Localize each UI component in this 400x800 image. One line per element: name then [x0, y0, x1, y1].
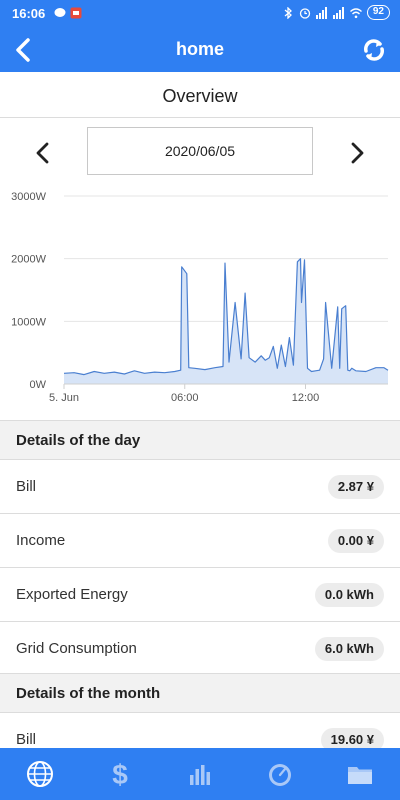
list-item: Grid Consumption 6.0 kWh [0, 622, 400, 676]
month-details-heading: Details of the month [0, 673, 400, 713]
signal-hd-icon [332, 6, 344, 19]
tab-device[interactable] [240, 748, 320, 800]
refresh-icon[interactable] [360, 36, 388, 64]
x-tick-label: 5. Jun [49, 392, 79, 404]
power-chart: 0W 1000W 2000W 3000W 5. Jun 06:00 12:00 [11, 191, 389, 404]
overview-header: Overview [0, 72, 400, 118]
y-tick-label: 1000W [11, 316, 46, 328]
chat-icon [54, 8, 66, 17]
bluetooth-icon [284, 6, 292, 19]
value-badge: 6.0 kWh [314, 637, 384, 661]
x-tick-label: 12:00 [292, 392, 320, 404]
status-bar: 16:06 92 [0, 0, 400, 28]
folder-icon [348, 767, 372, 784]
tab-statistics[interactable] [160, 748, 240, 800]
wifi-icon [349, 7, 362, 18]
alarm-icon [299, 7, 311, 19]
status-time: 16:06 [12, 6, 46, 21]
tab-overview[interactable] [0, 748, 80, 800]
svg-text:$: $ [112, 759, 128, 789]
day-details-heading: Details of the day [0, 420, 400, 460]
tab-files[interactable] [320, 748, 400, 800]
day-details-title: Details of the day [16, 432, 141, 449]
overview-title: Overview [162, 86, 238, 106]
value-badge: 0.0 kWh [314, 583, 384, 607]
dollar-icon: $ [112, 759, 128, 789]
app-icon [70, 7, 82, 19]
bottom-nav: $ [0, 748, 400, 800]
row-label: Bill [16, 478, 37, 495]
page-title: home [175, 39, 224, 59]
signal-icon [315, 6, 327, 19]
value-badge: 0.00 ¥ [327, 529, 384, 553]
x-tick-label: 06:00 [171, 392, 199, 404]
app-header: home [0, 28, 400, 72]
y-tick-label: 2000W [11, 254, 46, 266]
list-item: Income 0.00 ¥ [0, 514, 400, 568]
next-day-chevron-icon[interactable] [342, 138, 372, 168]
row-label: Bill [16, 731, 37, 748]
bar-chart-icon [190, 765, 210, 785]
tab-revenue[interactable]: $ [80, 748, 160, 800]
y-tick-label: 3000W [11, 191, 46, 203]
row-label: Income [16, 532, 66, 549]
list-item: Bill 2.87 ¥ [0, 460, 400, 514]
gauge-icon [269, 764, 291, 786]
globe-icon [27, 761, 53, 787]
list-item: Exported Energy 0.0 kWh [0, 568, 400, 622]
row-label: Exported Energy [16, 586, 128, 603]
month-details-title: Details of the month [16, 685, 161, 702]
value-badge: 2.87 ¥ [327, 475, 384, 499]
row-label: Grid Consumption [16, 640, 137, 657]
battery-indicator: 92 [366, 5, 390, 20]
y-tick-label: 0W [30, 379, 47, 391]
previous-day-chevron-icon[interactable] [28, 138, 58, 168]
date-picker[interactable]: 2020/06/05 [87, 127, 313, 175]
